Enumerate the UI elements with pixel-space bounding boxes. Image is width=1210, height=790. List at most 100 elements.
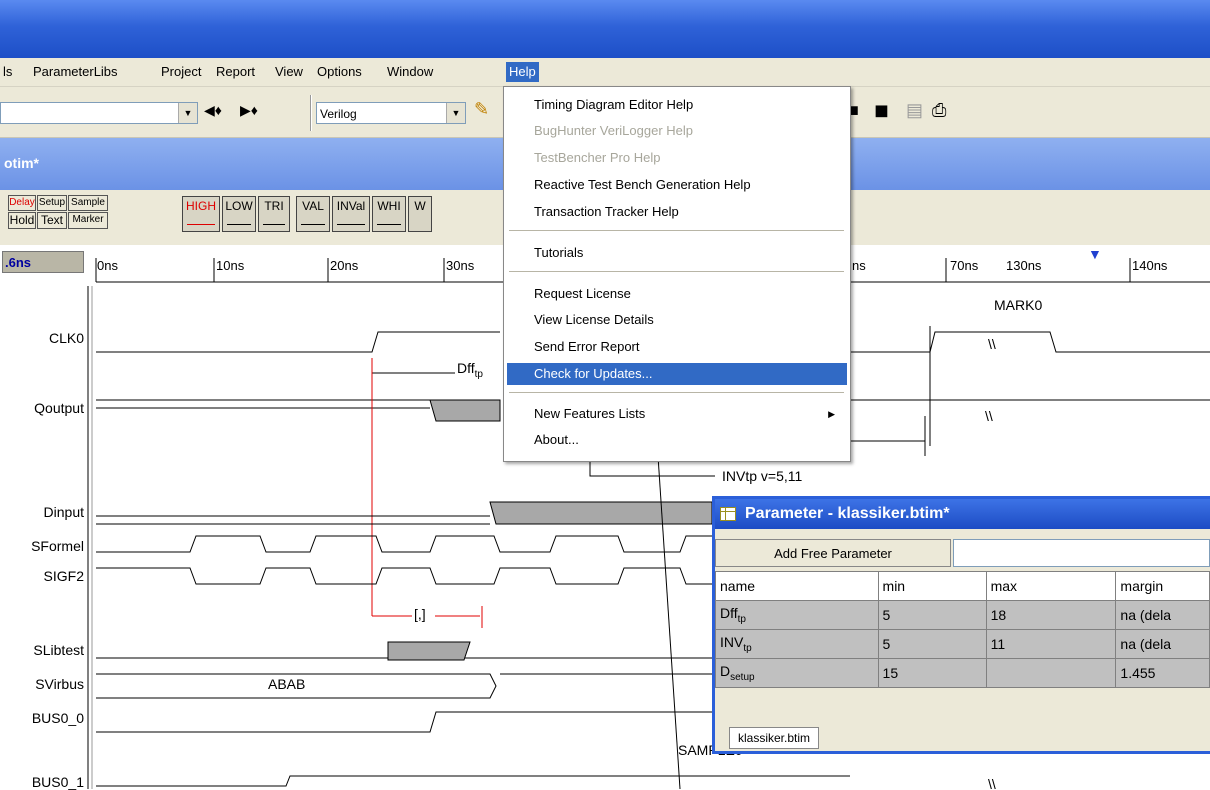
whi-button[interactable]: WHI	[372, 196, 406, 232]
menu-item-send-error-report[interactable]: Send Error Report	[507, 336, 847, 358]
menu-parameterlibs[interactable]: ParameterLibs	[30, 62, 121, 82]
table-row[interactable]: INVtp 5 11 na (dela	[715, 629, 1210, 659]
chevron-down-icon[interactable]: ▼	[178, 103, 197, 123]
dff-label[interactable]: Dfftp	[457, 360, 483, 380]
param-name-sub: tp	[743, 642, 752, 654]
menu-tools[interactable]: ls	[0, 62, 15, 82]
table-icon	[720, 507, 736, 521]
marker-button[interactable]: Marker	[68, 212, 108, 229]
col-header-max[interactable]: max	[985, 571, 1117, 601]
parameter-tab[interactable]: klassiker.btim	[729, 727, 820, 749]
menu-help[interactable]: Help	[506, 62, 539, 82]
whi-wave-icon	[377, 218, 401, 225]
low-button[interactable]: LOW	[222, 196, 256, 232]
table-row[interactable]: Dfftp 5 18 na (dela	[715, 600, 1210, 630]
menu-report[interactable]: Report	[213, 62, 258, 82]
inval-button[interactable]: INVal	[332, 196, 370, 232]
save-all-icon[interactable]: ◼	[874, 100, 889, 121]
menu-separator	[509, 392, 844, 393]
find-next-icon[interactable]: ▶♦	[240, 102, 258, 119]
delay-button[interactable]: Delay	[8, 195, 36, 211]
print-icon[interactable]: ⎙	[932, 100, 946, 121]
tick-label: 0ns	[97, 258, 118, 273]
parameter-window-titlebar[interactable]: Parameter - klassiker.btim*	[715, 499, 1210, 529]
param-max-cell[interactable]: 11	[985, 629, 1117, 659]
val-button[interactable]: VAL	[296, 196, 330, 232]
signal-sformel[interactable]: SFormel	[0, 538, 84, 554]
inval-wave-icon	[337, 218, 365, 225]
menu-window[interactable]: Window	[384, 62, 436, 82]
signal-bus01[interactable]: BUS0_1	[0, 774, 84, 790]
param-margin-cell[interactable]: 1.455	[1115, 658, 1210, 688]
tri-label: TRI	[264, 199, 284, 213]
col-header-margin[interactable]: margin	[1115, 571, 1210, 601]
signal-slibtest[interactable]: SLibtest	[0, 642, 84, 658]
param-max-cell[interactable]	[985, 658, 1117, 688]
param-min-cell[interactable]: 5	[877, 629, 987, 659]
low-label: LOW	[225, 199, 253, 213]
param-margin-cell[interactable]: na (dela	[1115, 629, 1210, 659]
marker-label[interactable]: MARK0	[994, 297, 1042, 313]
low-wave-icon	[227, 218, 251, 225]
chevron-down-icon[interactable]: ▼	[446, 103, 465, 123]
menu-item-bughunter-help[interactable]: BugHunter VeriLogger Help	[507, 120, 847, 142]
menu-item-about[interactable]: About...	[507, 429, 847, 451]
add-free-parameter-button[interactable]: Add Free Parameter	[715, 539, 951, 567]
inv-label[interactable]: INVtp v=5,11	[722, 468, 802, 484]
text-button[interactable]: Text	[37, 212, 67, 229]
menu-item-view-license-details[interactable]: View License Details	[507, 309, 847, 331]
setup-button[interactable]: Setup	[37, 195, 67, 211]
copy-ole-icon[interactable]: ▤	[906, 100, 923, 121]
menu-options[interactable]: Options	[314, 62, 365, 82]
parameter-input[interactable]	[953, 539, 1210, 567]
param-min-cell[interactable]: 15	[877, 658, 987, 688]
dinput-unknown-region	[489, 501, 713, 525]
signal-bus00[interactable]: BUS0_0	[0, 710, 84, 726]
parameter-window[interactable]: Parameter - klassiker.btim* Add Free Par…	[712, 496, 1210, 754]
signal-svirbus[interactable]: SVirbus	[0, 676, 84, 692]
param-name-cell[interactable]: Dfftp	[715, 600, 879, 630]
clk0-wave	[96, 331, 500, 353]
tri-button[interactable]: TRI	[258, 196, 290, 232]
menu-item-request-license[interactable]: Request License	[507, 283, 847, 305]
param-min-cell[interactable]: 5	[877, 600, 987, 630]
signal-dinput[interactable]: Dinput	[0, 504, 84, 520]
menu-item-reactive-test-bench-help[interactable]: Reactive Test Bench Generation Help	[507, 174, 847, 196]
sample-button[interactable]: Sample	[68, 195, 108, 211]
menu-item-testbencher-help[interactable]: TestBencher Pro Help	[507, 147, 847, 169]
signal-qoutput[interactable]: Qoutput	[0, 400, 84, 416]
param-name-sub: setup	[730, 671, 755, 683]
search-combo[interactable]: ▼	[0, 102, 198, 124]
menu-item-new-features-lists[interactable]: New Features Lists ▶	[507, 403, 847, 425]
wlo-button[interactable]: W	[408, 196, 432, 232]
break-mark-clk0: \\	[988, 336, 996, 352]
menu-item-timing-diagram-editor-help[interactable]: Timing Diagram Editor Help	[507, 94, 847, 116]
tick-label: 10ns	[216, 258, 245, 273]
param-name-cell[interactable]: Dsetup	[715, 658, 879, 688]
menu-item-check-for-updates[interactable]: Check for Updates...	[507, 363, 847, 385]
menu-item-transaction-tracker-help[interactable]: Transaction Tracker Help	[507, 201, 847, 223]
table-row[interactable]: Dsetup 15 1.455	[715, 658, 1210, 688]
tri-wave-icon	[263, 218, 285, 225]
tick-label: 20ns	[330, 258, 359, 273]
hold-button[interactable]: Hold	[8, 212, 36, 229]
high-button[interactable]: HIGH	[182, 196, 220, 232]
col-header-min[interactable]: min	[877, 571, 987, 601]
break-mark-qoutput: \\	[985, 408, 993, 424]
param-margin-cell[interactable]: na (dela	[1115, 600, 1210, 630]
menu-view[interactable]: View	[272, 62, 306, 82]
tick-label: ns	[852, 258, 866, 273]
signal-clk0[interactable]: CLK0	[0, 330, 84, 346]
param-max-cell[interactable]: 18	[985, 600, 1117, 630]
col-header-name[interactable]: name	[715, 571, 879, 601]
signal-sigf2[interactable]: SIGF2	[0, 568, 84, 584]
menu-item-tutorials[interactable]: Tutorials	[507, 242, 847, 264]
find-prev-icon[interactable]: ◀♦	[204, 102, 222, 119]
param-name-sub: tp	[737, 613, 746, 625]
param-name-cell[interactable]: INVtp	[715, 629, 879, 659]
wizard-icon[interactable]: ✎	[474, 99, 489, 120]
menu-project[interactable]: Project	[158, 62, 204, 82]
language-select[interactable]: Verilog ▼	[316, 102, 466, 124]
marker-triangle-icon[interactable]: ▼	[1088, 246, 1102, 262]
bracket-label[interactable]: [,]	[414, 606, 426, 622]
